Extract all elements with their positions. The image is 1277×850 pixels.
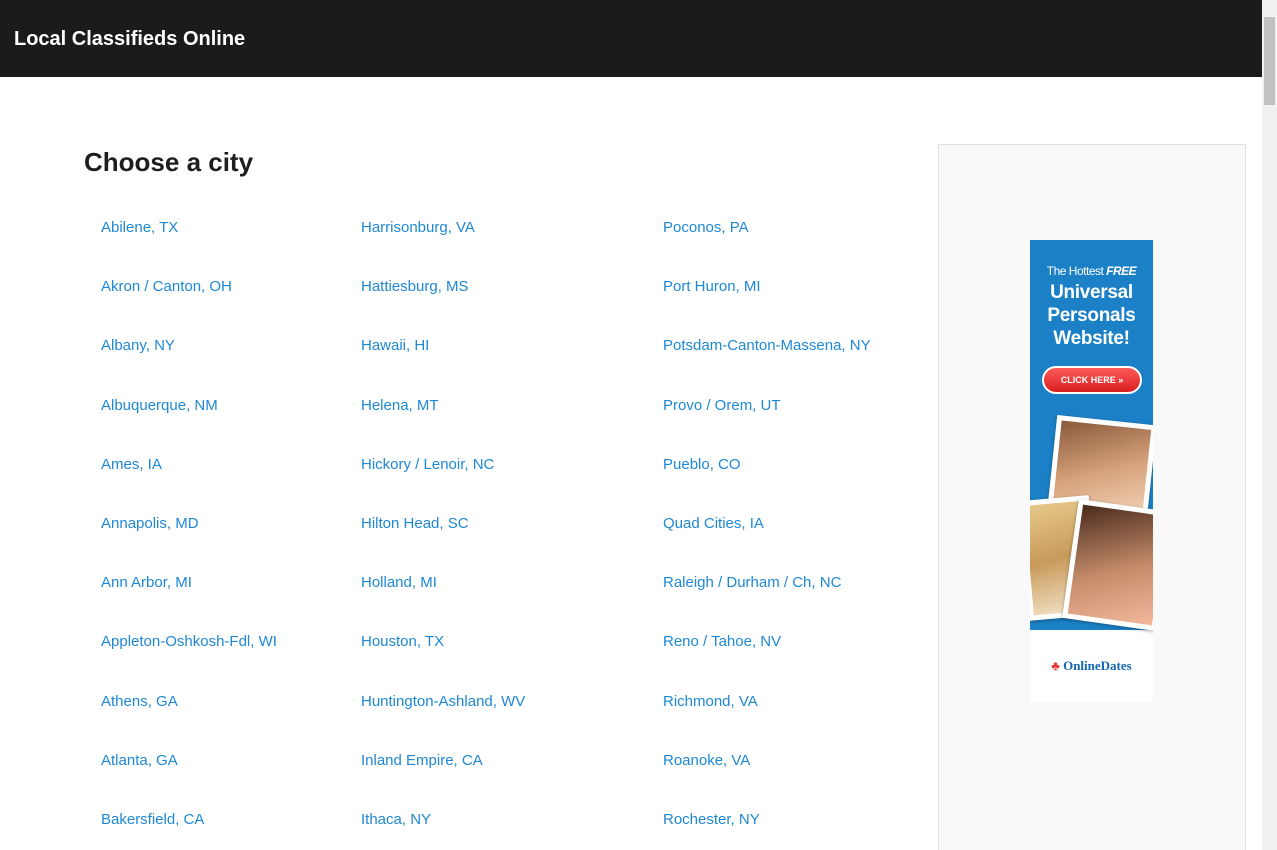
vertical-scrollbar[interactable] [1262, 0, 1277, 850]
ad-click-here-button[interactable]: CLICK HERE » [1042, 366, 1142, 394]
city-link[interactable]: Helena, MT [361, 376, 525, 435]
city-link[interactable]: Holland, MI [361, 553, 525, 612]
city-link[interactable]: Albany, NY [101, 316, 277, 375]
ad-headline-line: Website! [1053, 328, 1130, 349]
city-link[interactable]: Hattiesburg, MS [361, 257, 525, 316]
city-link[interactable]: Inland Empire, CA [361, 731, 525, 790]
city-link[interactable]: Houston, TX [361, 612, 525, 671]
ad-tagline: The Hottest FREE [1030, 264, 1153, 278]
ad-headline-line: Personals [1047, 305, 1136, 326]
city-link[interactable]: Athens, GA [101, 672, 277, 731]
site-title[interactable]: Local Classifieds Online [14, 27, 245, 51]
city-link[interactable]: Akron / Canton, OH [101, 257, 277, 316]
city-link[interactable]: Hilton Head, SC [361, 494, 525, 553]
city-link[interactable]: Richmond, VA [663, 672, 871, 731]
ad-photo [1062, 498, 1153, 632]
city-link[interactable]: Bakersfield, CA [101, 790, 277, 849]
city-link[interactable]: Huntington-Ashland, WV [361, 672, 525, 731]
site-header: Local Classifieds Online [0, 0, 1262, 77]
city-column-3: Poconos, PA Port Huron, MI Potsdam-Canton-… [663, 198, 871, 849]
city-link[interactable]: Pueblo, CO [663, 435, 871, 494]
city-column-1: Abilene, TX Akron / Canton, OH Albany, NY A… [101, 198, 277, 849]
city-link[interactable]: Harrisonburg, VA [361, 198, 525, 257]
sidebar-ad-panel: The Hottest FREE Universal Personals Web… [938, 144, 1246, 850]
ad-banner[interactable]: The Hottest FREE Universal Personals Web… [1030, 240, 1153, 701]
city-link[interactable]: Appleton-Oshkosh-Fdl, WI [101, 612, 277, 671]
scrollbar-thumb[interactable] [1264, 17, 1275, 105]
ad-tagline-prefix: The Hottest [1046, 264, 1104, 278]
city-link[interactable]: Roanoke, VA [663, 731, 871, 790]
city-link[interactable]: Albuquerque, NM [101, 376, 277, 435]
ad-headline-line: Universal [1050, 282, 1133, 303]
city-link[interactable]: Provo / Orem, UT [663, 376, 871, 435]
city-link[interactable]: Hawaii, HI [361, 316, 525, 375]
onlinedates-logo-icon: ♣ [1051, 658, 1060, 673]
city-link[interactable]: Reno / Tahoe, NV [663, 612, 871, 671]
city-link[interactable]: Atlanta, GA [101, 731, 277, 790]
city-link[interactable]: Ames, IA [101, 435, 277, 494]
ad-tagline-emphasis: FREE [1106, 264, 1137, 278]
city-link[interactable]: Ithaca, NY [361, 790, 525, 849]
city-link[interactable]: Quad Cities, IA [663, 494, 871, 553]
city-column-2: Harrisonburg, VA Hattiesburg, MS Hawaii, H… [361, 198, 525, 849]
city-link[interactable]: Rochester, NY [663, 790, 871, 849]
ad-headline: Universal Personals Website! [1030, 281, 1153, 350]
city-link[interactable]: Port Huron, MI [663, 257, 871, 316]
ad-brand-logo: ♣ OnlineDates [1030, 658, 1153, 674]
page-title: Choose a city [84, 147, 254, 177]
page: Local Classifieds Online Choose a city A… [0, 0, 1277, 850]
city-link[interactable]: Annapolis, MD [101, 494, 277, 553]
city-link[interactable]: Hickory / Lenoir, NC [361, 435, 525, 494]
ad-brand-name: OnlineDates [1063, 658, 1132, 673]
city-link[interactable]: Potsdam-Canton-Massena, NY [663, 316, 871, 375]
city-link[interactable]: Poconos, PA [663, 198, 871, 257]
ad-background: The Hottest FREE Universal Personals Web… [1030, 240, 1153, 632]
city-link[interactable]: Abilene, TX [101, 198, 277, 257]
city-link[interactable]: Raleigh / Durham / Ch, NC [663, 553, 871, 612]
city-link[interactable]: Ann Arbor, MI [101, 553, 277, 612]
